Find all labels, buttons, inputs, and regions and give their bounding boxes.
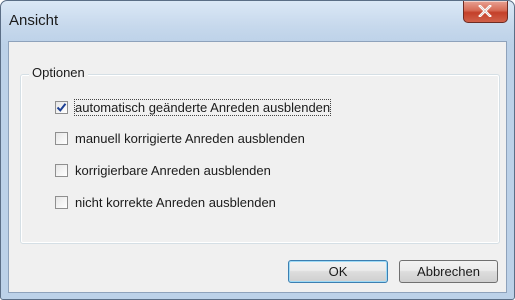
window-title: Ansicht [9, 12, 59, 29]
close-button[interactable] [463, 1, 508, 23]
checkbox-label: nicht korrekte Anreden ausblenden [75, 194, 276, 210]
groupbox-legend: Optionen [29, 65, 88, 80]
close-icon [478, 5, 492, 17]
checkbox-manual-corrected[interactable] [55, 131, 68, 145]
checkbox-not-correct[interactable] [55, 195, 68, 209]
checkbox-label: korrigierbare Anreden ausblenden [75, 162, 271, 178]
cancel-button[interactable]: Abbrechen [399, 260, 498, 283]
checkmark-icon [56, 102, 67, 112]
option-row-manual-corrected[interactable]: manuell korrigierte Anreden ausblenden [55, 129, 306, 147]
checkbox-auto-changed[interactable] [55, 100, 68, 114]
option-row-not-correct[interactable]: nicht korrekte Anreden ausblenden [55, 193, 277, 211]
checkbox-correctable[interactable] [55, 163, 68, 177]
dialog-client-area: Optionen automatisch geänderte Anreden a… [8, 41, 507, 293]
checkbox-label: automatisch geänderte Anreden ausblenden [74, 98, 332, 116]
option-row-auto-changed[interactable]: automatisch geänderte Anreden ausblenden [55, 98, 332, 116]
dialog-window: Ansicht Optionen automatisch geänderte A… [0, 0, 515, 300]
checkbox-label: manuell korrigierte Anreden ausblenden [75, 130, 305, 146]
option-row-correctable[interactable]: korrigierbare Anreden ausblenden [55, 161, 272, 179]
ok-button[interactable]: OK [288, 260, 388, 283]
title-bar[interactable]: Ansicht [1, 1, 514, 41]
